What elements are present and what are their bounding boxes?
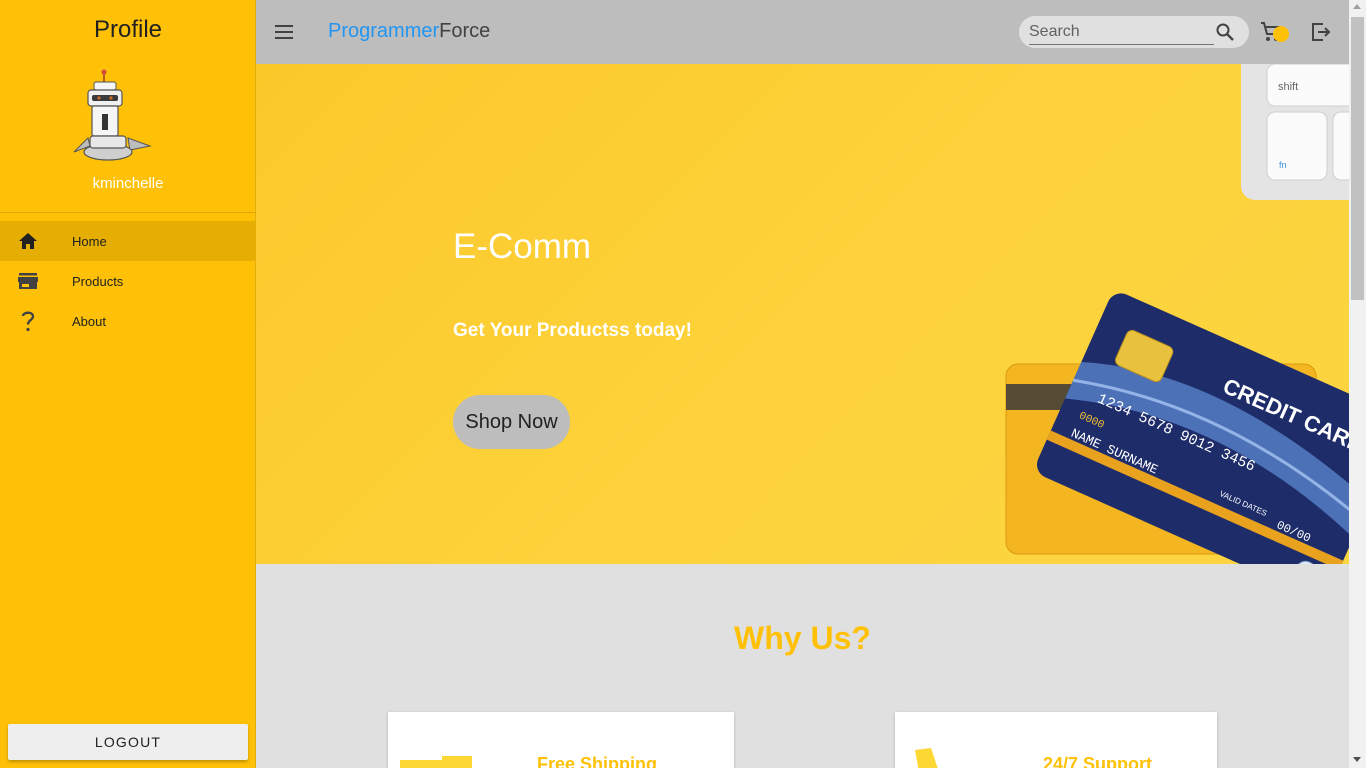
hero-banner: shift fn E-Comm Get Your Productss today… <box>256 64 1349 564</box>
sidebar: Profile kminchelle Home Products About L… <box>0 0 256 768</box>
feature-title: Free Shipping <box>537 754 658 768</box>
feature-title: 24/7 Support <box>1043 754 1153 768</box>
home-icon <box>18 231 38 251</box>
brand-logo[interactable]: ProgrammerForce <box>328 20 490 43</box>
key-fn-label: fn <box>1279 160 1287 170</box>
keyboard-image: shift fn <box>1241 64 1349 200</box>
scroll-down-arrow[interactable] <box>1353 757 1361 762</box>
menu-icon[interactable] <box>274 22 294 42</box>
brand-part-force: Force <box>439 20 491 42</box>
sidebar-item-label: Products <box>72 273 124 289</box>
question-icon <box>18 311 38 332</box>
sidebar-item-about[interactable]: About <box>0 301 256 341</box>
logout-icon[interactable] <box>1310 21 1332 43</box>
sidebar-nav: Home Products About <box>0 221 256 341</box>
sidebar-item-label: Home <box>72 233 107 249</box>
search-bar <box>1019 16 1249 48</box>
why-us-heading: Why Us? <box>734 620 871 656</box>
hero-subtitle: Get Your Productss today! <box>453 320 692 341</box>
page-scrollbar[interactable] <box>1349 0 1366 768</box>
sidebar-item-products[interactable]: Products <box>0 261 256 301</box>
credit-card-image: CREDIT CARD 1234 5678 9012 3456 0000 NAM… <box>1005 293 1349 564</box>
scroll-up-arrow[interactable] <box>1353 4 1361 9</box>
sidebar-divider <box>0 212 256 213</box>
feature-card-shipping: Free Shipping <box>388 712 734 768</box>
sidebar-item-label: About <box>72 313 106 329</box>
profile-title: Profile <box>93 16 163 43</box>
top-app-bar: ProgrammerForce <box>256 0 1349 64</box>
cart-badge <box>1273 26 1289 42</box>
username: kminchelle <box>92 175 164 192</box>
shop-now-button[interactable]: Shop Now <box>453 395 570 449</box>
key-shift-label: shift <box>1278 81 1298 93</box>
scroll-thumb[interactable] <box>1351 17 1364 300</box>
sidebar-item-home[interactable]: Home <box>0 221 256 261</box>
hero-title: E-Comm <box>453 227 592 266</box>
store-icon <box>18 271 38 291</box>
truck-icon <box>400 756 472 768</box>
search-input[interactable] <box>1029 19 1214 45</box>
search-icon[interactable] <box>1215 22 1235 42</box>
feature-card-support: 24/7 Support <box>895 712 1217 768</box>
brand-part-programmer: Programmer <box>328 20 440 42</box>
logout-button[interactable]: LOGOUT <box>8 724 248 760</box>
avatar <box>73 69 152 161</box>
headset-icon <box>915 748 938 768</box>
